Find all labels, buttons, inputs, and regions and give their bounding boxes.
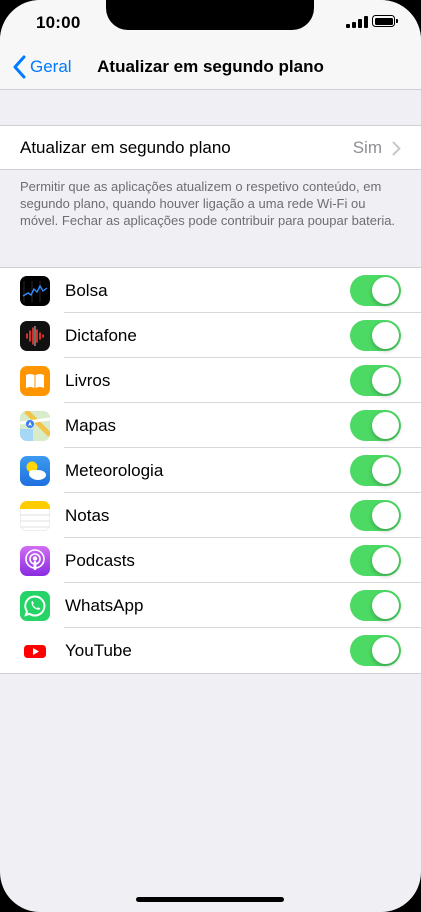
stocks-icon <box>20 275 50 306</box>
meteorologia-toggle[interactable] <box>350 455 401 486</box>
app-row-youtube: YouTube <box>0 628 421 673</box>
whatsapp-toggle[interactable] <box>350 590 401 621</box>
notas-toggle[interactable] <box>350 500 401 531</box>
background-refresh-row[interactable]: Atualizar em segundo plano Sim <box>0 126 421 170</box>
cellular-signal-icon <box>346 16 368 28</box>
dictafone-toggle[interactable] <box>350 320 401 351</box>
youtube-icon <box>20 635 50 666</box>
app-list: Bolsa Dictafone Livros Mapas Meteorologi… <box>0 267 421 674</box>
notch <box>106 0 314 30</box>
phone-screen: 10:00 Geral Atualizar em segundo plano A… <box>0 0 421 912</box>
whatsapp-icon <box>20 590 50 621</box>
app-row-mapas: Mapas <box>0 403 421 448</box>
notes-icon <box>20 500 50 531</box>
app-name: Dictafone <box>65 325 137 345</box>
app-name: Livros <box>65 370 111 390</box>
app-row-meteorologia: Meteorologia <box>0 448 421 493</box>
voice-memos-icon <box>20 320 50 351</box>
mapas-toggle[interactable] <box>350 410 401 441</box>
app-row-whatsapp: WhatsApp <box>0 583 421 628</box>
app-name: WhatsApp <box>65 595 144 615</box>
status-bar: 10:00 <box>0 0 421 44</box>
podcasts-toggle[interactable] <box>350 545 401 576</box>
status-time: 10:00 <box>36 13 81 32</box>
youtube-toggle[interactable] <box>350 635 401 666</box>
bolsa-toggle[interactable] <box>350 275 401 306</box>
navigation-bar: Geral Atualizar em segundo plano <box>0 44 421 90</box>
background-refresh-group: Atualizar em segundo plano Sim <box>0 125 421 170</box>
livros-toggle[interactable] <box>350 365 401 396</box>
page-title: Atualizar em segundo plano <box>97 57 324 76</box>
app-row-dictafone: Dictafone <box>0 313 421 358</box>
background-refresh-description: Permitir que as aplicações atualizem o r… <box>20 179 396 228</box>
home-indicator[interactable] <box>136 897 284 902</box>
app-row-bolsa: Bolsa <box>0 268 421 313</box>
weather-icon <box>20 455 50 486</box>
app-row-podcasts: Podcasts <box>0 538 421 583</box>
app-name: Meteorologia <box>65 460 164 480</box>
app-name: Podcasts <box>65 550 135 570</box>
chevron-right-icon <box>392 141 401 155</box>
app-row-notas: Notas <box>0 493 421 538</box>
app-row-livros: Livros <box>0 358 421 403</box>
app-name: Mapas <box>65 415 117 435</box>
background-refresh-label: Atualizar em segundo plano <box>20 138 231 157</box>
battery-icon <box>372 15 398 27</box>
books-icon <box>20 365 50 396</box>
app-name: YouTube <box>65 640 132 660</box>
app-name: Bolsa <box>65 280 108 300</box>
maps-icon <box>20 410 50 441</box>
app-name: Notas <box>65 505 110 525</box>
background-refresh-value: Sim <box>352 138 382 157</box>
podcasts-icon <box>20 545 50 576</box>
